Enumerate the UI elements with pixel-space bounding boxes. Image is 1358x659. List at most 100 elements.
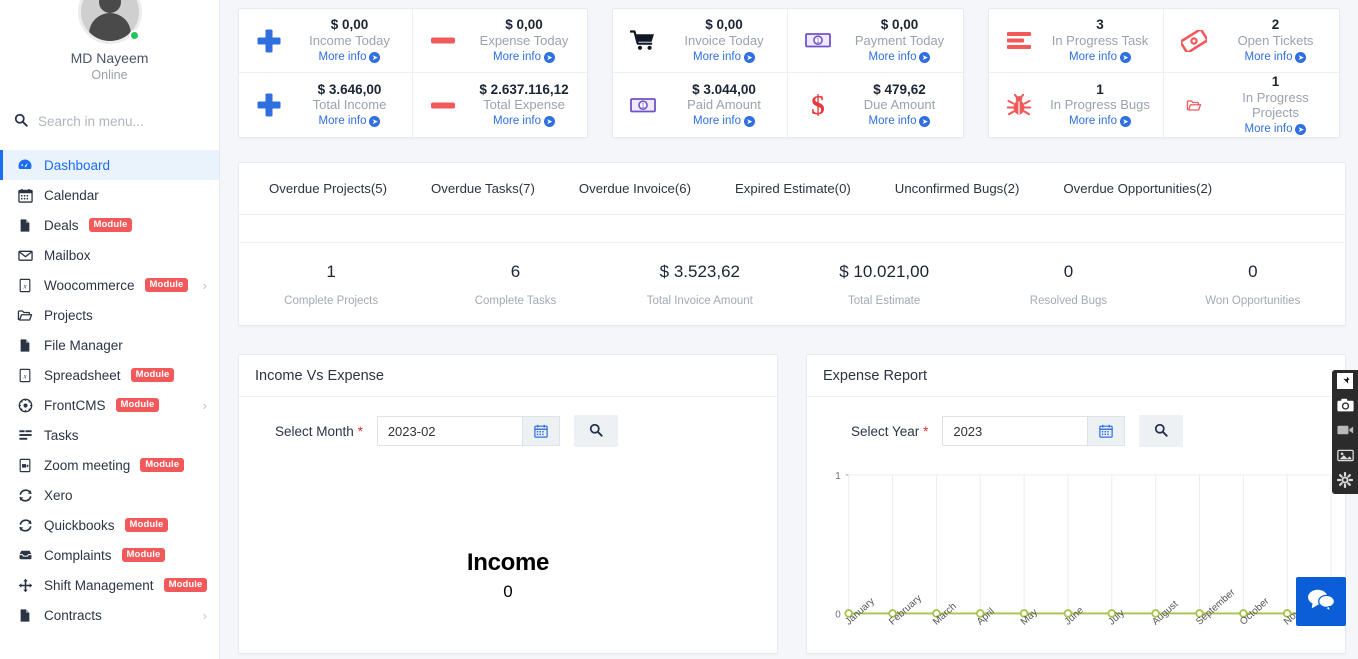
calendar-icon[interactable] — [1087, 416, 1126, 446]
image-icon[interactable] — [1336, 446, 1354, 464]
stat-card: 1 In Progress Bugs More info ➤ — [989, 73, 1164, 137]
sidebar-item-tasks[interactable]: Tasks — [0, 420, 219, 450]
sync-icon — [16, 518, 34, 533]
expense-filter-form: Select Year * — [823, 415, 1329, 447]
camera-icon[interactable] — [1336, 396, 1354, 414]
sidebar-item-woocommerce[interactable]: x Woocommerce Module › — [0, 270, 219, 300]
sidebar-item-contracts[interactable]: Contracts › — [0, 600, 219, 630]
select-year-input[interactable] — [942, 416, 1088, 446]
svg-text:0: 0 — [835, 609, 841, 620]
sidebar-item-projects[interactable]: Projects — [0, 300, 219, 330]
overview-summary-row: 1 Complete Projects 6 Complete Tasks $ 3.523… — [239, 243, 1345, 325]
more-info-link[interactable]: More info ➤ — [1245, 51, 1307, 64]
more-info-link[interactable]: More info ➤ — [693, 115, 755, 128]
dollar-icon: $ — [800, 91, 836, 119]
summary-metric: 0 Resolved Bugs — [976, 262, 1160, 307]
summary-label: Total Invoice Amount — [646, 294, 753, 307]
sidebar-item-spreadsheet[interactable]: x Spreadsheet Module — [0, 360, 219, 390]
plus-icon — [251, 92, 287, 118]
arrow-right-icon: ➤ — [1295, 51, 1307, 63]
module-badge: Module — [140, 457, 185, 473]
more-info-link[interactable]: More info ➤ — [493, 115, 555, 128]
expense-search-button[interactable] — [1139, 415, 1184, 447]
video-camera-icon[interactable] — [1336, 421, 1354, 439]
more-info-label: More info — [318, 115, 367, 128]
sidebar-item-shift-management[interactable]: Shift Management Module — [0, 570, 219, 600]
more-info-label: More info — [493, 115, 541, 128]
stat-value: 2 — [1271, 17, 1280, 33]
more-info-label: More info — [1069, 50, 1117, 63]
stat-card-group-financial: $ 0,00 Income Today More info ➤ $ 0,00 Expens… — [238, 8, 588, 138]
screen-recorder-toolbar[interactable] — [1332, 370, 1358, 494]
summary-label: Complete Tasks — [474, 294, 557, 307]
search-input[interactable] — [36, 112, 205, 130]
gear-icon[interactable] — [1336, 471, 1354, 489]
sidebar-item-frontcms[interactable]: FrontCMS Module › — [0, 390, 219, 420]
sidebar-item-file-manager[interactable]: File Manager — [0, 330, 219, 360]
sidebar-item-zoom-meeting[interactable]: Zoom meeting Module — [0, 450, 219, 480]
sidebar-item-quickbooks[interactable]: Quickbooks Module — [0, 510, 219, 540]
sidebar-search[interactable] — [0, 100, 219, 142]
more-info-link[interactable]: More info ➤ — [1245, 123, 1307, 136]
folder-open-icon — [1176, 98, 1212, 113]
sidebar-item-complaints[interactable]: Complaints Module — [0, 540, 219, 570]
chat-widget-button[interactable] — [1296, 577, 1346, 626]
sidebar-item-dashboard[interactable]: Dashboard — [0, 150, 219, 180]
stat-card: 1 In Progress Projects More info ➤ — [1164, 73, 1339, 137]
sidebar-item-label: Deals — [44, 217, 79, 233]
more-info-link[interactable]: More info ➤ — [693, 51, 755, 64]
stat-label: Expense Today — [479, 32, 569, 48]
income-search-button[interactable] — [573, 415, 618, 447]
tab-overdue-opportunities-2[interactable]: Overdue Opportunities(2) — [1041, 181, 1234, 196]
profile-status: Online — [91, 68, 128, 82]
stat-value: $ 0,00 — [505, 17, 543, 33]
chevron-right-icon[interactable]: › — [203, 609, 207, 622]
minus-icon — [425, 94, 461, 117]
stat-card: 1 $ 3.044,00 Paid Amount More info ➤ — [613, 73, 788, 137]
arrows-move-icon — [16, 578, 34, 593]
year-input-group[interactable] — [942, 416, 1126, 446]
video-file-icon — [16, 458, 34, 473]
required-mark: * — [357, 423, 363, 439]
more-info-link[interactable]: More info ➤ — [319, 115, 381, 128]
dashboard-icon — [16, 157, 34, 173]
summary-metric: 1 Complete Projects — [239, 262, 423, 307]
tab-expired-estimate-0[interactable]: Expired Estimate(0) — [713, 181, 873, 196]
stat-card: 1 $ 0,00 Payment Today More info ➤ — [788, 9, 963, 73]
sidebar-item-calendar[interactable]: Calendar — [0, 180, 219, 210]
more-info-link[interactable]: More info ➤ — [319, 51, 381, 64]
select-month-input[interactable] — [376, 416, 522, 446]
list-icon — [1001, 31, 1037, 50]
month-input-group[interactable] — [376, 416, 560, 446]
more-info-link[interactable]: More info ➤ — [869, 115, 931, 128]
more-info-link[interactable]: More info ➤ — [869, 51, 931, 64]
arrow-right-icon: ➤ — [369, 51, 381, 63]
more-info-link[interactable]: More info ➤ — [1069, 115, 1131, 128]
more-info-link[interactable]: More info ➤ — [1069, 51, 1131, 64]
more-info-link[interactable]: More info ➤ — [493, 51, 555, 64]
svg-text:1: 1 — [835, 471, 841, 482]
stat-card: 2 Open Tickets More info ➤ — [1164, 9, 1339, 73]
tab-overdue-tasks-7[interactable]: Overdue Tasks(7) — [409, 181, 557, 196]
sidebar-item-label: Contracts — [44, 607, 102, 623]
chevron-right-icon[interactable]: › — [203, 279, 207, 292]
arrow-right-icon: ➤ — [1119, 51, 1131, 63]
tab-unconfirmed-bugs-2[interactable]: Unconfirmed Bugs(2) — [873, 181, 1042, 196]
stat-card: $ 3.646,00 Total Income More info ➤ — [239, 73, 413, 137]
sidebar-item-mailbox[interactable]: Mailbox — [0, 240, 219, 270]
summary-value: $ 3.523,62 — [659, 261, 740, 281]
stat-card: $ $ 479,62 Due Amount More info ➤ — [788, 73, 963, 137]
avatar[interactable] — [77, 0, 142, 44]
sidebar-item-deals[interactable]: Deals Module — [0, 210, 219, 240]
sidebar-item-xero[interactable]: Xero — [0, 480, 219, 510]
arrow-right-icon: ➤ — [919, 51, 931, 63]
file-icon — [16, 338, 34, 353]
summary-value: 6 — [510, 261, 521, 281]
pin-icon[interactable] — [1337, 373, 1353, 389]
tab-overdue-projects-5[interactable]: Overdue Projects(5) — [247, 181, 409, 196]
sidebar-profile: MD Nayeem Online — [0, 0, 219, 82]
chevron-right-icon[interactable]: › — [203, 399, 207, 412]
tab-overdue-invoice-6[interactable]: Overdue Invoice(6) — [557, 181, 713, 196]
calendar-icon — [16, 188, 34, 203]
calendar-icon[interactable] — [521, 416, 560, 446]
